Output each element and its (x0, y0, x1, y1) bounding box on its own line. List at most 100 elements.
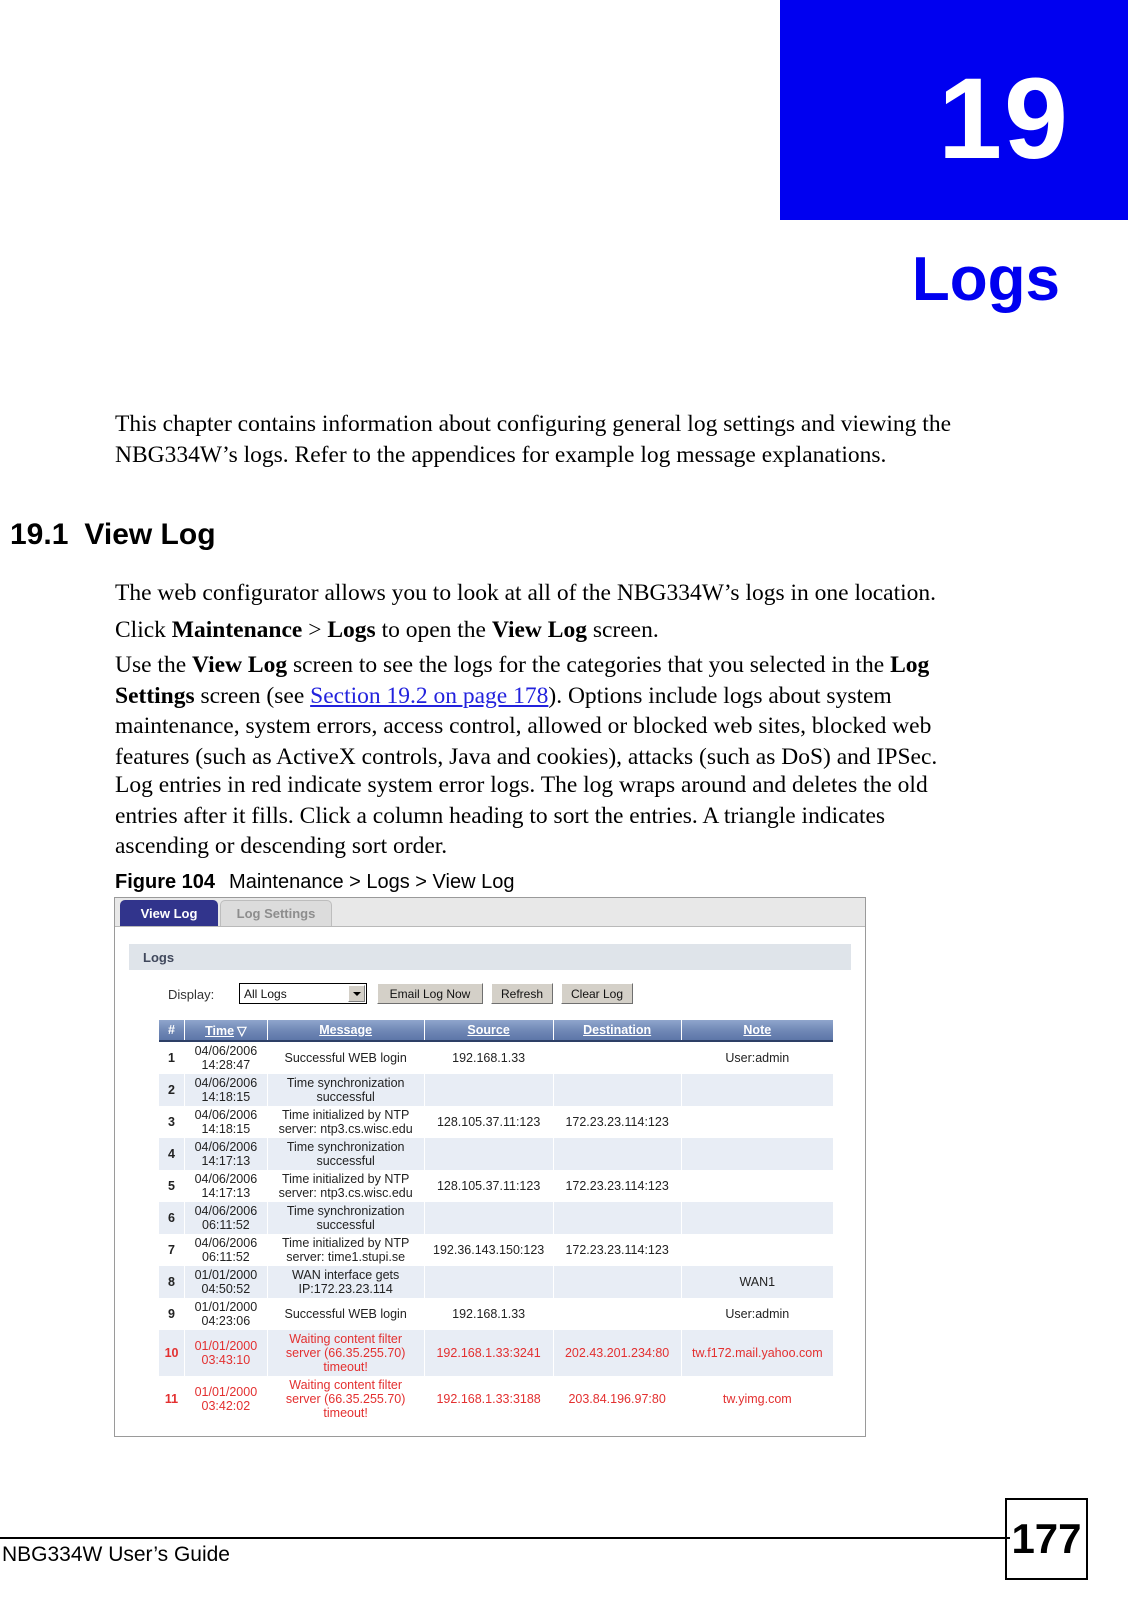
cell-source: 192.36.143.150:123 (424, 1234, 554, 1266)
embedded-screenshot: View Log Log Settings Logs Display: All … (114, 897, 866, 1437)
column-header-index[interactable]: # (159, 1020, 186, 1042)
tab-log-settings[interactable]: Log Settings (220, 900, 332, 926)
cell-time: 04/06/2006 14:17:13 (184, 1138, 268, 1170)
cell-destination (553, 1074, 682, 1106)
text-usethe: Use the (115, 652, 193, 678)
cross-reference-link[interactable]: Section 19.2 on page 178 (310, 683, 548, 709)
cell-source: 192.168.1.33 (424, 1298, 554, 1330)
cell-source: 192.168.1.33 (424, 1041, 554, 1074)
text-toopen: to open the (375, 617, 492, 643)
cell-destination (553, 1041, 682, 1074)
cell-message: Time synchronization successful (267, 1138, 425, 1170)
email-log-now-button[interactable]: Email Log Now (377, 983, 483, 1004)
column-header-message[interactable]: Message (267, 1020, 425, 1042)
table-row: 1 04/06/2006 14:28:47 Successful WEB login… (159, 1041, 833, 1074)
column-header-source-label: Source (467, 1023, 510, 1037)
table-row: 4 04/06/2006 14:17:13 Time synchronization… (159, 1138, 833, 1170)
cell-source (424, 1138, 554, 1170)
figure-caption-text: Maintenance > Logs > View Log (229, 871, 515, 893)
log-table-header-row: # Time ▽ Message Source Destination Note (159, 1020, 833, 1042)
cell-destination (553, 1202, 682, 1234)
cell-note (681, 1234, 833, 1266)
paragraph-3: Use the View Log screen to see the logs … (115, 650, 960, 772)
cell-time: 01/01/2000 03:42:02 (184, 1376, 268, 1422)
cell-source: 192.168.1.33:3188 (424, 1376, 554, 1422)
text-see: screen (see (194, 682, 311, 709)
column-header-time[interactable]: Time ▽ (184, 1020, 268, 1042)
refresh-button[interactable]: Refresh (491, 983, 553, 1004)
column-header-note[interactable]: Note (681, 1020, 833, 1042)
display-label: Display: (168, 987, 215, 1002)
section-number: 19.1 (10, 518, 69, 551)
sort-descending-icon: ▽ (237, 1023, 247, 1038)
cell-note (681, 1138, 833, 1170)
cell-note: tw.yimg.com (681, 1376, 833, 1422)
cell-destination: 202.43.201.234:80 (553, 1330, 682, 1376)
cell-time: 01/01/2000 04:23:06 (184, 1298, 268, 1330)
panel-title: Logs (143, 949, 175, 965)
cell-index: 7 (159, 1234, 186, 1266)
chapter-number: 19 (938, 55, 1070, 183)
cell-destination (553, 1266, 682, 1298)
cell-source (424, 1202, 554, 1234)
column-header-destination[interactable]: Destination (553, 1020, 682, 1042)
table-row: 11 01/01/2000 03:42:02 Waiting content fil… (159, 1376, 833, 1422)
text-click: Click (115, 617, 172, 643)
table-row: 9 01/01/2000 04:23:06 Successful WEB login… (159, 1298, 833, 1330)
display-select[interactable]: All Logs (239, 983, 367, 1004)
column-header-source[interactable]: Source (424, 1020, 554, 1042)
tab-view-log[interactable]: View Log (120, 900, 218, 926)
column-header-time-label: Time (205, 1023, 235, 1038)
table-row: 2 04/06/2006 14:18:15 Time synchronization… (159, 1074, 833, 1106)
cell-time: 04/06/2006 14:18:15 (184, 1074, 268, 1106)
cell-time: 04/06/2006 06:11:52 (184, 1234, 268, 1266)
page-number-box: 177 (1005, 1498, 1088, 1580)
cell-source: 128.105.37.11:123 (424, 1106, 554, 1138)
text-categories: screen to see the logs for the categorie… (287, 652, 891, 678)
cell-destination: 172.23.23.114:123 (553, 1234, 682, 1266)
cell-message: Waiting content filter server (66.35.255… (267, 1330, 425, 1376)
cell-note (681, 1170, 833, 1202)
paragraph-2: Click Maintenance > Logs to open the Vie… (115, 615, 960, 646)
cell-index: 6 (159, 1202, 186, 1234)
section-heading: 19.1 View Log (10, 518, 216, 552)
cell-message: Time initialized by NTP server: time1.st… (267, 1234, 425, 1266)
tab-bar: View Log Log Settings (115, 898, 865, 927)
cell-note: User:admin (681, 1041, 833, 1074)
table-row: 3 04/06/2006 14:18:15 Time initialized by … (159, 1106, 833, 1138)
menu-logs: Logs (327, 617, 376, 643)
column-header-destination-label: Destination (583, 1023, 652, 1037)
chevron-down-icon[interactable] (348, 985, 365, 1002)
cell-message: Successful WEB login (267, 1298, 425, 1330)
cell-message: Time initialized by NTP server: ntp3.cs.… (267, 1106, 425, 1138)
cell-destination: 172.23.23.114:123 (553, 1106, 682, 1138)
table-row: 8 01/01/2000 04:50:52 WAN interface gets I… (159, 1266, 833, 1298)
cell-time: 01/01/2000 03:43:10 (184, 1330, 268, 1376)
cell-time: 04/06/2006 14:18:15 (184, 1106, 268, 1138)
cell-destination (553, 1138, 682, 1170)
cell-message: Time synchronization successful (267, 1202, 425, 1234)
log-table-head: # Time ▽ Message Source Destination Note (159, 1020, 833, 1042)
footer-divider (0, 1537, 1010, 1539)
log-table: # Time ▽ Message Source Destination Note … (159, 1020, 833, 1422)
log-table-body: 1 04/06/2006 14:28:47 Successful WEB login… (159, 1041, 833, 1422)
cell-note: WAN1 (681, 1266, 833, 1298)
chapter-badge: 19 (780, 0, 1128, 220)
text-screen: screen. (586, 617, 659, 643)
cell-index: 2 (159, 1074, 186, 1106)
cell-time: 04/06/2006 14:17:13 (184, 1170, 268, 1202)
cell-index: 1 (159, 1041, 186, 1074)
cell-source (424, 1266, 554, 1298)
cell-index: 5 (159, 1170, 186, 1202)
ref-view-log: View Log (192, 652, 288, 678)
clear-log-button[interactable]: Clear Log (561, 983, 633, 1004)
table-row: 7 04/06/2006 06:11:52 Time initialized by … (159, 1234, 833, 1266)
section-title: View Log (84, 518, 216, 551)
cell-message: Time initialized by NTP server: ntp3.cs.… (267, 1170, 425, 1202)
column-header-index-label: # (168, 1023, 175, 1037)
chapter-title: Logs (911, 245, 1060, 314)
paragraph-1: The web configurator allows you to look … (115, 580, 937, 606)
table-row: 10 01/01/2000 03:43:10 Waiting content fil… (159, 1330, 833, 1376)
cell-note (681, 1074, 833, 1106)
display-select-value: All Logs (244, 986, 287, 1001)
